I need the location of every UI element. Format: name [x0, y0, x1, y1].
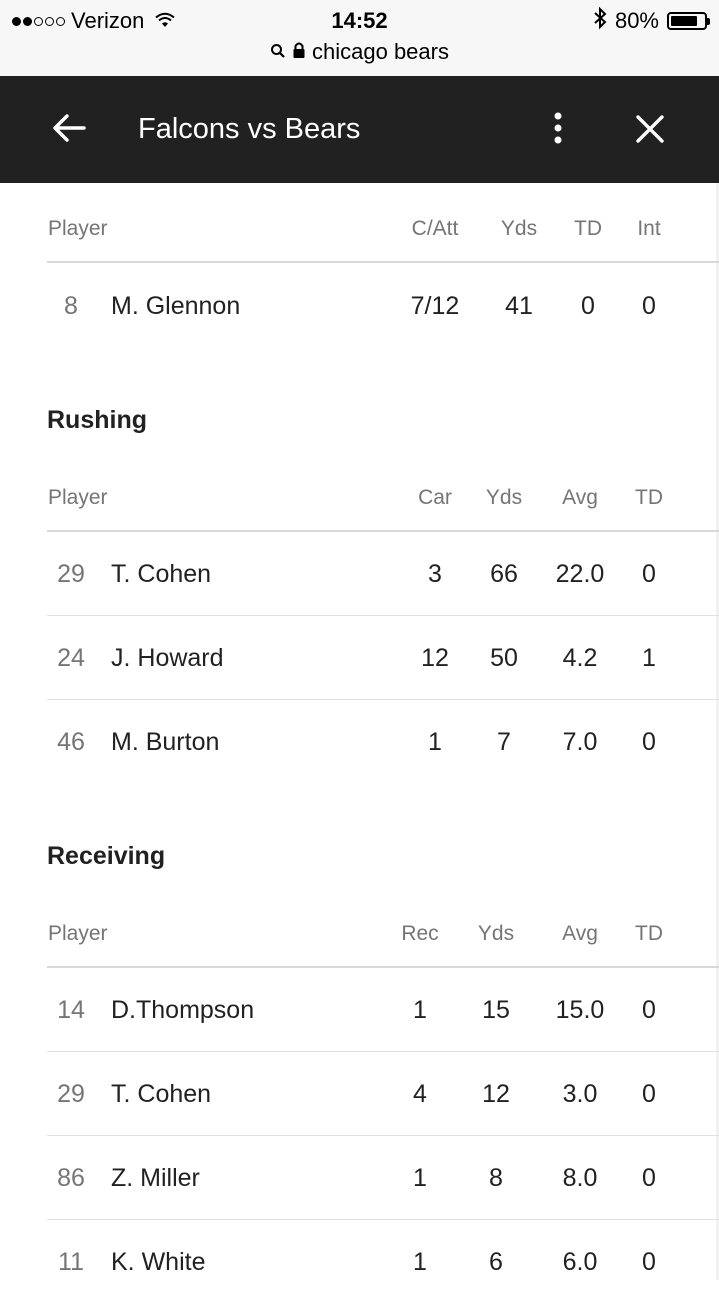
stat-avg: 22.0	[555, 560, 605, 588]
table-row[interactable]: 11 K. White 1 6 6.0 0	[47, 1220, 719, 1304]
stat-yds: 8	[489, 1164, 503, 1192]
player-number: 46	[57, 728, 85, 756]
battery-icon	[667, 12, 710, 30]
stat-td: 0	[642, 1164, 656, 1192]
table-row[interactable]: 29 T. Cohen 4 12 3.0 0	[47, 1052, 719, 1136]
header-player: Player	[48, 922, 108, 945]
stat-car: 12	[421, 644, 449, 672]
player-name: D.Thompson	[111, 996, 255, 1024]
stat-td: 0	[642, 728, 656, 756]
player-number: 29	[57, 1080, 85, 1108]
passing-table-header: Player C/Att Yds TD Int	[47, 183, 719, 263]
url-bar[interactable]: chicago bears	[0, 38, 719, 66]
stat-td: 1	[642, 644, 656, 672]
header-catt: C/Att	[411, 217, 459, 240]
stat-avg: 3.0	[562, 1080, 598, 1108]
stat-avg: 6.0	[562, 1248, 598, 1276]
player-number: 11	[58, 1248, 84, 1276]
stat-td: 0	[642, 1080, 656, 1108]
rushing-section-title: Rushing	[47, 406, 147, 434]
bluetooth-icon	[593, 6, 607, 36]
stat-yds: 12	[482, 1080, 510, 1108]
header-avg: Avg	[562, 486, 598, 509]
receiving-table-header: Player Rec Yds Avg TD	[47, 888, 719, 968]
stat-td: 0	[642, 996, 656, 1024]
header-yds: Yds	[477, 922, 515, 945]
close-icon	[636, 114, 664, 148]
player-name: M. Burton	[111, 728, 220, 756]
player-number: 14	[57, 996, 85, 1024]
player-name: Z. Miller	[111, 1164, 200, 1192]
player-number: 24	[57, 644, 85, 672]
header-yds: Yds	[500, 217, 538, 240]
stat-yds: 41	[505, 292, 533, 320]
stat-car: 1	[428, 728, 442, 756]
more-options-button[interactable]	[540, 106, 576, 154]
stat-td: 0	[642, 1248, 656, 1276]
stat-rec: 1	[413, 1248, 427, 1276]
player-number: 8	[64, 292, 78, 320]
stat-yds: 66	[490, 560, 518, 588]
header-td: TD	[635, 922, 663, 945]
back-button[interactable]	[48, 109, 90, 151]
back-arrow-icon	[52, 113, 86, 148]
header-int: Int	[637, 217, 661, 240]
player-name: T. Cohen	[111, 1080, 212, 1108]
header-player: Player	[48, 217, 108, 240]
table-row[interactable]: 14 D.Thompson 1 15 15.0 0	[47, 968, 719, 1052]
table-row[interactable]: 8 M. Glennon 7/12 41 0 0	[47, 264, 719, 348]
stat-td: 0	[642, 560, 656, 588]
status-right: 80%	[593, 6, 710, 36]
stat-yds: 50	[490, 644, 518, 672]
close-button[interactable]	[628, 109, 672, 153]
header-car: Car	[418, 486, 452, 509]
stat-rec: 1	[413, 996, 427, 1024]
header-td: TD	[574, 217, 602, 240]
page-title: Falcons vs Bears	[138, 113, 361, 145]
table-row[interactable]: 86 Z. Miller 1 8 8.0 0	[47, 1136, 719, 1220]
stat-yds: 6	[489, 1248, 503, 1276]
stat-avg: 15.0	[555, 996, 605, 1024]
url-text: chicago bears	[312, 39, 449, 64]
lock-icon	[292, 39, 306, 65]
table-row[interactable]: 24 J. Howard 12 50 4.2 1	[47, 616, 719, 700]
header-td: TD	[635, 486, 663, 509]
player-number: 86	[57, 1164, 85, 1192]
player-number: 29	[57, 560, 85, 588]
table-row[interactable]: 29 T. Cohen 3 66 22.0 0	[47, 532, 719, 616]
header-yds: Yds	[485, 486, 523, 509]
stat-avg: 4.2	[562, 644, 598, 672]
player-name: M. Glennon	[111, 292, 241, 320]
player-name: K. White	[111, 1248, 206, 1276]
app-bar: Falcons vs Bears	[0, 76, 719, 183]
header-avg: Avg	[562, 922, 598, 945]
stat-yds: 7	[497, 728, 511, 756]
rushing-table-header: Player Car Yds Avg TD	[47, 452, 719, 532]
stat-avg: 7.0	[562, 728, 598, 756]
stat-td: 0	[581, 292, 595, 320]
stat-avg: 8.0	[562, 1164, 598, 1192]
stat-rec: 1	[413, 1164, 427, 1192]
header-player: Player	[48, 486, 108, 509]
search-icon	[270, 39, 286, 65]
battery-percent: 80%	[614, 8, 659, 33]
player-name: T. Cohen	[111, 560, 212, 588]
stat-int: 0	[642, 292, 656, 320]
more-vert-icon	[553, 111, 563, 150]
player-name: J. Howard	[111, 644, 224, 672]
stat-rec: 4	[413, 1080, 427, 1108]
stat-car: 3	[428, 560, 442, 588]
stat-yds: 15	[482, 996, 510, 1024]
stat-catt: 7/12	[410, 292, 460, 320]
receiving-section-title: Receiving	[47, 842, 166, 870]
header-rec: Rec	[401, 922, 439, 945]
table-row[interactable]: 46 M. Burton 1 7 7.0 0	[47, 700, 719, 784]
status-bar: Verizon 14:52 80% chicago bears	[0, 0, 719, 76]
